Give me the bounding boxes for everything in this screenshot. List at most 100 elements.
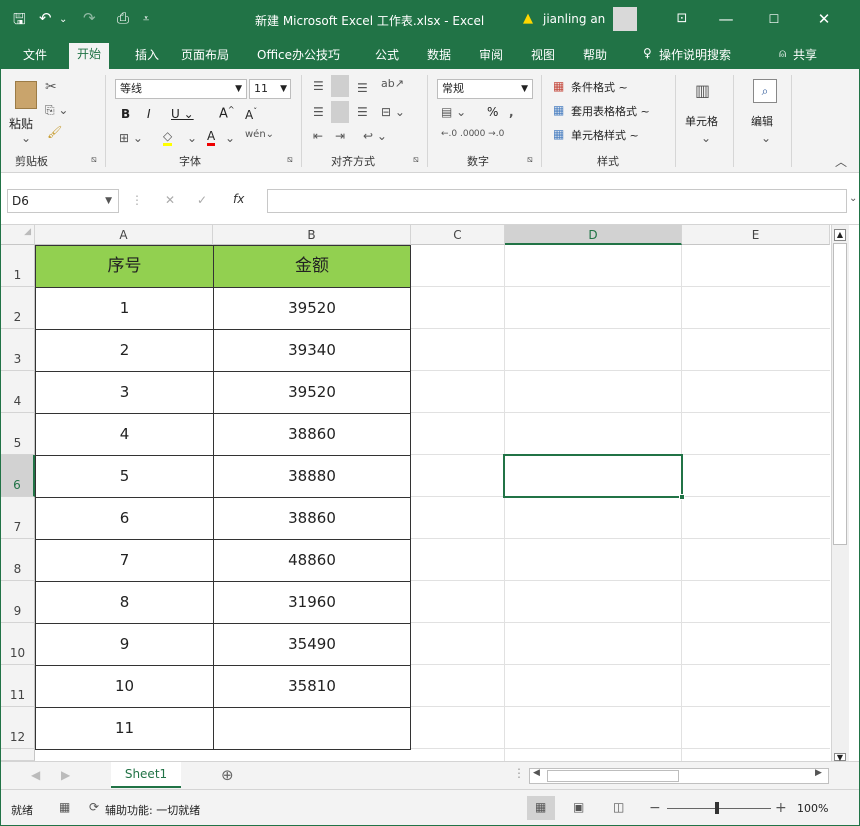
table-cell[interactable]: 7 <box>35 539 214 582</box>
column-header-d[interactable]: D <box>505 225 682 245</box>
column-header-e[interactable]: E <box>682 225 830 245</box>
expand-formula-icon[interactable]: ⌄ <box>849 193 857 204</box>
table-cell[interactable]: 3 <box>35 371 214 414</box>
tab-data[interactable]: 数据 <box>421 45 457 64</box>
ribbon-display-icon[interactable]: ⊡ <box>667 7 697 31</box>
cells-dropdown-icon[interactable]: ⌄ <box>701 131 711 145</box>
close-button[interactable]: ✕ <box>809 7 839 31</box>
fill-color-dropdown-icon[interactable]: ⌄ <box>187 131 197 145</box>
zoom-in-icon[interactable]: + <box>775 800 787 816</box>
cells-icon[interactable]: ▥ <box>695 81 710 100</box>
tab-home[interactable]: 开始 <box>69 43 110 69</box>
number-format-select[interactable]: 常规 ▼ <box>437 79 533 99</box>
cut-icon[interactable]: ✂ <box>45 79 57 95</box>
table-cell[interactable]: 6 <box>35 497 214 540</box>
new-sheet-icon[interactable]: ⊕ <box>221 766 234 784</box>
tab-review[interactable]: 审阅 <box>473 45 509 64</box>
accounting-icon[interactable]: ▤ ⌄ <box>441 105 466 119</box>
column-e-cells[interactable] <box>682 245 830 761</box>
collapse-ribbon-icon[interactable]: ︿ <box>835 153 847 170</box>
table-cell[interactable]: 39520 <box>213 287 411 330</box>
next-sheet-icon[interactable]: ▶ <box>61 768 70 782</box>
font-name-select[interactable]: 等线 ▼ <box>115 79 247 99</box>
table-header-cell[interactable]: 序号 <box>35 245 214 288</box>
font-color-dropdown-icon[interactable]: ⌄ <box>225 131 235 145</box>
page-layout-view-icon[interactable]: ▣ <box>573 800 584 814</box>
clipboard-launcher-icon[interactable]: ⧅ <box>91 155 97 165</box>
print-preview-icon[interactable]: ⎙ <box>117 9 129 27</box>
row-header[interactable] <box>1 749 35 761</box>
conditional-format-button[interactable]: 条件格式 ~ <box>571 79 628 95</box>
table-cell[interactable]: 11 <box>35 707 214 750</box>
align-center-icon[interactable] <box>331 101 349 123</box>
table-cell[interactable]: 38880 <box>213 455 411 498</box>
table-cell[interactable]: 1 <box>35 287 214 330</box>
table-cell[interactable]: 4 <box>35 413 214 456</box>
tab-office-tips[interactable]: Office办公技巧 <box>251 45 346 64</box>
wrap-text-icon[interactable]: ↩ ⌄ <box>363 129 387 143</box>
row-header[interactable]: 11 <box>1 665 35 707</box>
avatar[interactable] <box>613 7 637 31</box>
cells-button[interactable]: 单元格 <box>685 113 718 129</box>
table-cell[interactable]: 5 <box>35 455 214 498</box>
tab-file[interactable]: 文件 <box>17 45 53 64</box>
zoom-level[interactable]: 100% <box>797 802 828 815</box>
column-header-b[interactable]: B <box>213 225 411 245</box>
table-header-cell[interactable]: 金额 <box>213 245 411 288</box>
table-cell[interactable]: 48860 <box>213 539 411 582</box>
row-header[interactable]: 2 <box>1 287 35 329</box>
align-right-icon[interactable]: ☰ <box>357 105 368 119</box>
column-header-c[interactable]: C <box>411 225 505 245</box>
editing-dropdown-icon[interactable]: ⌄ <box>761 131 771 145</box>
editing-button[interactable]: 编辑 <box>751 113 773 129</box>
tab-page-layout[interactable]: 页面布局 <box>175 45 235 64</box>
enter-icon[interactable]: ✓ <box>197 193 207 207</box>
orientation-icon[interactable]: ab↗ <box>381 77 404 90</box>
bottom-align-icon[interactable]: ☰ <box>357 81 368 95</box>
paste-dropdown-icon[interactable]: ⌄ <box>21 131 31 145</box>
cancel-icon[interactable]: ✕ <box>165 193 175 207</box>
scroll-left-icon[interactable]: ◀ <box>533 768 540 778</box>
search-icon[interactable]: ⌕ <box>753 79 777 103</box>
minimize-button[interactable]: — <box>711 7 741 31</box>
alignment-launcher-icon[interactable]: ⧅ <box>413 155 419 165</box>
formula-input[interactable] <box>267 189 847 213</box>
accessibility-icon[interactable]: ⟳ <box>89 800 99 814</box>
percent-icon[interactable]: % <box>487 105 498 119</box>
scroll-up-icon[interactable]: ▲ <box>834 229 846 241</box>
splitter-icon[interactable]: ⋮ <box>513 766 525 780</box>
share-button[interactable]: 共享 <box>787 45 823 64</box>
undo-icon[interactable]: ↶ <box>39 9 52 27</box>
sheet-tab-sheet1[interactable]: Sheet1 <box>111 762 181 788</box>
decrease-font-icon[interactable]: Aˇ <box>245 107 257 122</box>
table-cell[interactable]: 2 <box>35 329 214 372</box>
table-cell[interactable]: 38860 <box>213 413 411 456</box>
vertical-scroll-thumb[interactable] <box>833 243 847 545</box>
table-cell[interactable]: 35810 <box>213 665 411 708</box>
font-color-icon[interactable]: A <box>207 129 216 146</box>
table-format-button[interactable]: 套用表格格式 ~ <box>571 103 650 119</box>
column-header-a[interactable]: A <box>35 225 213 245</box>
table-cell[interactable]: 9 <box>35 623 214 666</box>
italic-icon[interactable]: I <box>147 107 151 121</box>
decrease-indent-icon[interactable]: ⇤ <box>313 129 323 143</box>
increase-indent-icon[interactable]: ⇥ <box>335 129 345 143</box>
fill-color-icon[interactable]: ◇ <box>163 129 173 146</box>
comma-icon[interactable]: , <box>509 105 514 119</box>
top-align-icon[interactable]: ☰ <box>313 79 324 93</box>
zoom-slider[interactable] <box>667 808 771 809</box>
merge-center-icon[interactable]: ⊟ ⌄ <box>381 105 405 119</box>
row-header[interactable]: 6 <box>1 455 35 497</box>
copy-icon[interactable]: ⎘ ⌄ <box>45 103 68 118</box>
customize-qat-icon[interactable]: ⩡ <box>143 12 149 26</box>
row-header[interactable]: 5 <box>1 413 35 455</box>
select-all-corner[interactable]: ◢ <box>1 225 35 245</box>
table-cell[interactable]: 38860 <box>213 497 411 540</box>
font-size-select[interactable]: 11 ▼ <box>249 79 291 99</box>
table-cell[interactable]: 10 <box>35 665 214 708</box>
save-icon[interactable]: 🖫 <box>13 9 26 34</box>
maximize-button[interactable]: ☐ <box>759 7 789 31</box>
user-name[interactable]: jianling an <box>543 12 605 26</box>
table-cell[interactable] <box>213 707 411 750</box>
row-header[interactable]: 8 <box>1 539 35 581</box>
